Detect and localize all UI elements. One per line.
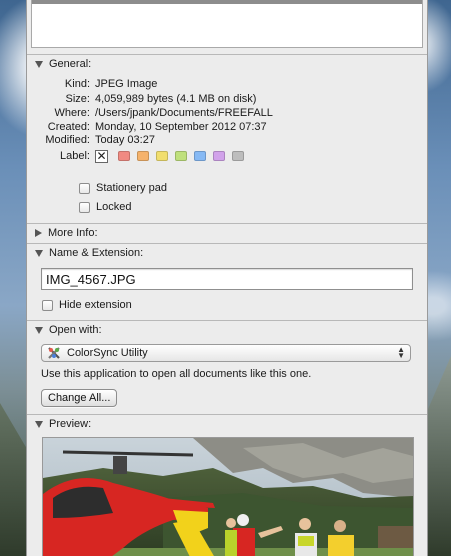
- locked-row[interactable]: Locked: [79, 201, 131, 213]
- info-key: Where:: [54, 107, 90, 119]
- section-more-info-title: More Info:: [48, 227, 98, 239]
- info-row-created: Created: Monday, 10 September 2012 07:37: [27, 121, 427, 135]
- disclosure-triangle-down-icon[interactable]: [35, 326, 43, 334]
- close-icon: ✕: [96, 149, 107, 163]
- hide-extension-checkbox[interactable]: [42, 299, 53, 311]
- label-swatches: [118, 151, 244, 161]
- disclosure-triangle-right-icon[interactable]: [35, 229, 42, 237]
- filename-field[interactable]: IMG_4567.JPG: [41, 268, 413, 290]
- section-general-toggle[interactable]: General:: [35, 58, 91, 70]
- info-row-modified: Modified: Today 03:27: [27, 134, 427, 148]
- section-preview-toggle[interactable]: Preview:: [35, 418, 91, 430]
- get-info-panel: General: Kind: JPEG Image Size: 4,059,98…: [26, 0, 428, 556]
- info-value: /Users/jpank/Documents/FREEFALL: [95, 107, 273, 119]
- label-swatch-orange[interactable]: [137, 151, 149, 161]
- locked-checkbox[interactable]: [79, 201, 90, 213]
- info-value: 4,059,989 bytes (4.1 MB on disk): [95, 93, 257, 105]
- section-name-extension[interactable]: Name & Extension:: [27, 243, 427, 262]
- preview-photo: [43, 438, 413, 556]
- hide-extension-label: Hide extension: [59, 299, 132, 311]
- label-key: Label:: [60, 150, 90, 162]
- open-with-app-name: ColorSync Utility: [67, 347, 148, 359]
- info-key: Modified:: [45, 134, 90, 146]
- info-key: Created:: [47, 121, 90, 133]
- disclosure-triangle-down-icon[interactable]: [35, 249, 43, 257]
- section-name-extension-toggle[interactable]: Name & Extension:: [35, 247, 143, 259]
- section-open-with-toggle[interactable]: Open with:: [35, 324, 102, 336]
- info-key: Kind:: [64, 78, 90, 90]
- stationery-pad-label: Stationery pad: [96, 182, 167, 194]
- info-row-where: Where: /Users/jpank/Documents/FREEFALL: [27, 107, 427, 121]
- label-swatch-green[interactable]: [175, 151, 187, 161]
- section-more-info-toggle[interactable]: More Info:: [35, 227, 98, 239]
- disclosure-triangle-down-icon[interactable]: [35, 420, 43, 428]
- open-with-description: Use this application to open all documen…: [41, 368, 312, 380]
- section-open-with-title: Open with:: [49, 324, 102, 336]
- open-with-popup[interactable]: ColorSync Utility ▲ ▼: [41, 344, 411, 362]
- info-value: Monday, 10 September 2012 07:37: [95, 121, 267, 133]
- info-row-size: Size: 4,059,989 bytes (4.1 MB on disk): [27, 93, 427, 107]
- change-all-button[interactable]: Change All...: [41, 389, 118, 407]
- label-row: Label: ✕: [27, 148, 244, 164]
- locked-label: Locked: [96, 201, 132, 213]
- section-general[interactable]: General:: [27, 54, 427, 73]
- label-swatch-gray[interactable]: [232, 151, 244, 161]
- section-more-info[interactable]: More Info:: [27, 223, 427, 242]
- label-none-button[interactable]: ✕: [95, 149, 108, 163]
- section-general-title: General:: [49, 58, 92, 70]
- disclosure-triangle-down-icon[interactable]: [35, 60, 43, 68]
- label-swatch-red[interactable]: [118, 151, 130, 161]
- info-value: JPEG Image: [95, 78, 158, 90]
- info-row-kind: Kind: JPEG Image: [27, 78, 427, 92]
- section-preview[interactable]: Preview:: [27, 414, 427, 433]
- desktop-mountain-right: [425, 356, 451, 556]
- popup-arrows-icon: ▲ ▼: [397, 345, 405, 360]
- stationery-pad-row[interactable]: Stationery pad: [79, 182, 167, 194]
- top-preview-well: [31, 0, 423, 48]
- section-preview-title: Preview:: [49, 418, 92, 430]
- colorsync-icon: [47, 346, 61, 360]
- section-open-with[interactable]: Open with:: [27, 320, 427, 339]
- stationery-pad-checkbox[interactable]: [79, 182, 90, 194]
- section-name-extension-title: Name & Extension:: [49, 247, 144, 259]
- label-swatch-blue[interactable]: [194, 151, 206, 161]
- hide-extension-row[interactable]: Hide extension: [42, 299, 132, 311]
- info-key: Size:: [65, 93, 90, 105]
- info-value: Today 03:27: [95, 134, 155, 146]
- top-well-strip: [32, 0, 422, 4]
- label-swatch-yellow[interactable]: [156, 151, 168, 161]
- label-swatch-purple[interactable]: [213, 151, 225, 161]
- preview-image: [42, 437, 414, 556]
